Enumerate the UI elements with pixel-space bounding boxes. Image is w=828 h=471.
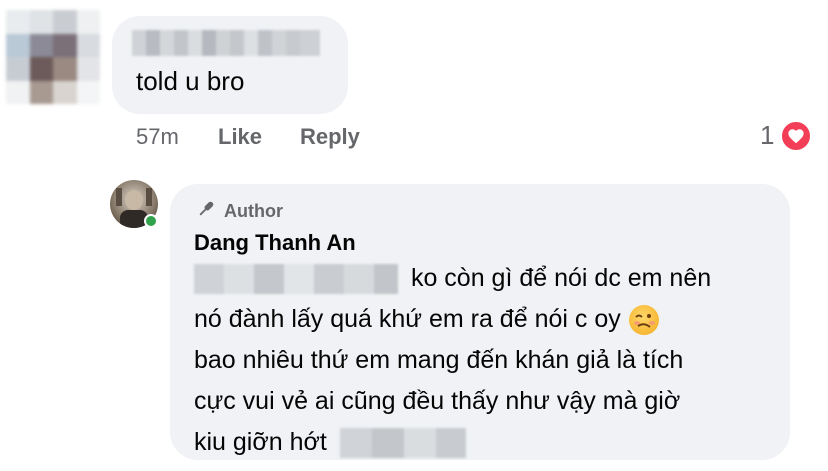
heart-icon[interactable] <box>780 120 812 152</box>
commenter-name-blurred[interactable] <box>132 30 320 56</box>
author-badge: Author <box>194 198 283 225</box>
reply-line-5: kiu giỡn hớt <box>194 428 327 456</box>
reply-button[interactable]: Reply <box>300 124 360 150</box>
reply-line-1: ko còn gì để nói dc em nên <box>410 264 712 292</box>
blurred-mention[interactable] <box>194 264 398 295</box>
author-name[interactable]: Dang Thanh An <box>194 230 356 256</box>
comment-text: told u bro <box>136 66 245 96</box>
like-button[interactable]: Like <box>218 124 262 150</box>
blurred-text <box>339 428 466 459</box>
reply-line-2: nó đành lấy quá khứ em ra để nói c oy <box>194 305 621 333</box>
online-status-indicator <box>144 214 158 228</box>
reply-line-4: cực vui vẻ ai cũng đều thấy như vậy mà g… <box>194 387 681 415</box>
reply-line-3: bao nhiêu thứ em mang đến khán giả là tí… <box>194 346 684 374</box>
avatar-blurred[interactable] <box>6 10 100 104</box>
reaction-count[interactable]: 1 <box>760 120 774 151</box>
woozy-face-emoji <box>628 305 659 336</box>
microphone-icon <box>194 198 218 225</box>
author-badge-label: Author <box>224 201 283 221</box>
comment-timestamp[interactable]: 57m <box>136 124 179 150</box>
